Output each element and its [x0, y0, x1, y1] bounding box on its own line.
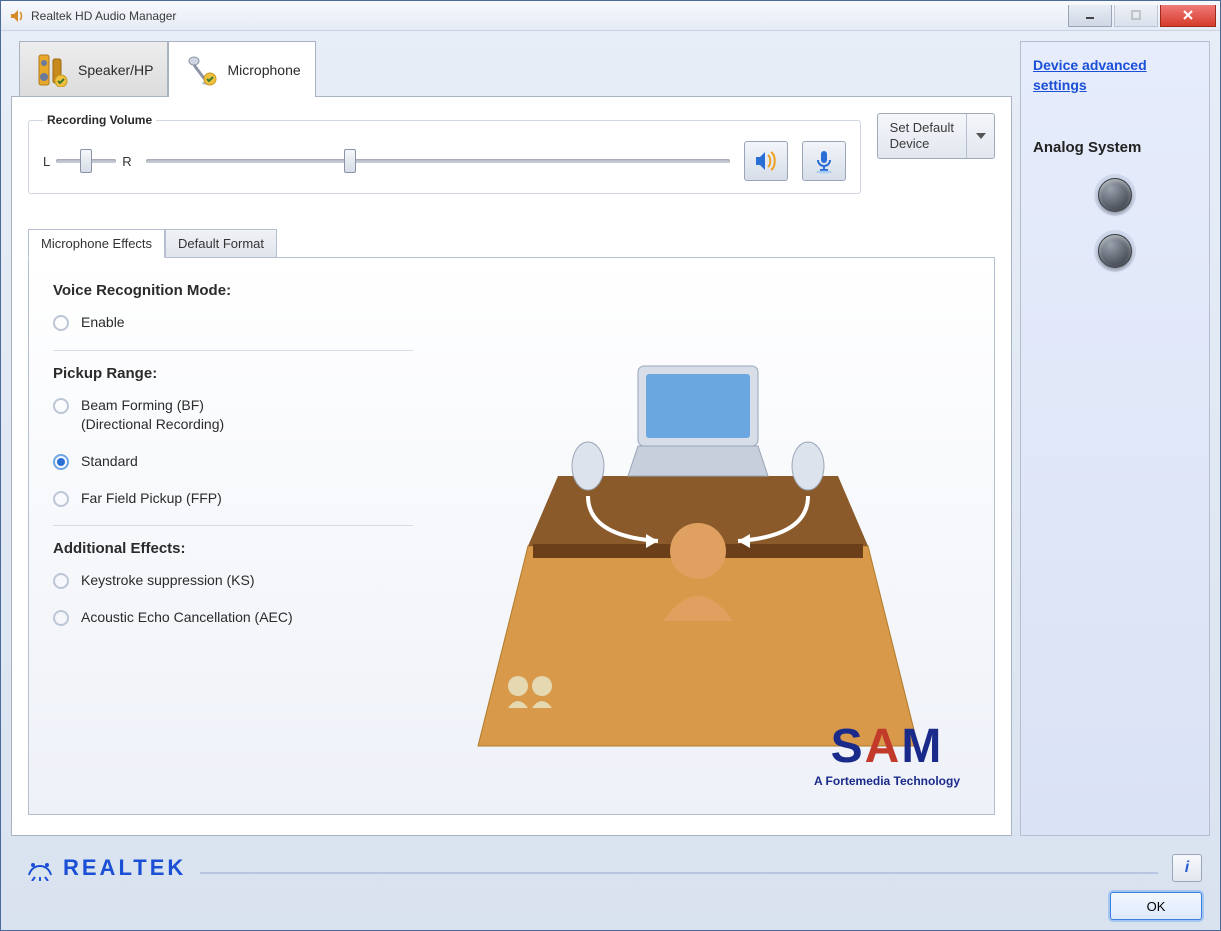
- realtek-logo-text: REALTEK: [63, 855, 186, 881]
- opt-ffp-label: Far Field Pickup (FFP): [81, 489, 222, 508]
- realtek-logo: REALTEK: [25, 855, 186, 881]
- opt-keystroke-suppression[interactable]: Keystroke suppression (KS): [53, 571, 413, 590]
- recording-volume-legend: Recording Volume: [43, 113, 156, 127]
- radio-icon: [53, 573, 69, 589]
- effects-panel: Voice Recognition Mode: Enable Pickup Ra…: [28, 257, 995, 815]
- radio-icon: [53, 454, 69, 470]
- tab-speaker-label: Speaker/HP: [78, 62, 153, 78]
- opt-ks-label: Keystroke suppression (KS): [81, 571, 255, 590]
- tab-speaker[interactable]: Speaker/HP: [19, 41, 168, 97]
- set-default-dropdown[interactable]: [966, 114, 994, 158]
- tab-microphone-label: Microphone: [227, 62, 300, 78]
- ok-button[interactable]: OK: [1110, 892, 1202, 920]
- set-default-device[interactable]: Set Default Device: [877, 113, 995, 159]
- speaker-icon: [9, 8, 25, 24]
- app-window: Realtek HD Audio Manager Speaker/HP: [0, 0, 1221, 931]
- device-advanced-settings-link[interactable]: Device advanced settings: [1033, 56, 1197, 95]
- opt-aec[interactable]: Acoustic Echo Cancellation (AEC): [53, 608, 413, 627]
- sam-brand: SAM A Fortemedia Technology: [814, 719, 960, 788]
- volume-slider[interactable]: [146, 159, 730, 163]
- tab-microphone[interactable]: Microphone: [168, 41, 315, 97]
- additional-effects-title: Additional Effects:: [53, 540, 413, 557]
- speaker-tab-icon: [34, 52, 70, 88]
- balance-right-label: R: [122, 154, 131, 169]
- footer-divider: [200, 872, 1158, 874]
- analog-system-title: Analog System: [1033, 139, 1197, 156]
- info-button[interactable]: i: [1172, 854, 1202, 882]
- sam-subtitle: A Fortemedia Technology: [814, 774, 960, 788]
- divider: [53, 350, 413, 351]
- balance-thumb[interactable]: [80, 149, 92, 173]
- microphone-tab-icon: [183, 52, 219, 88]
- recording-volume-group: Recording Volume L R: [28, 113, 861, 194]
- mute-playback-button[interactable]: [744, 141, 788, 181]
- volume-thumb[interactable]: [344, 149, 356, 173]
- side-panel: Device advanced settings Analog System: [1020, 41, 1210, 836]
- subtab-default-format[interactable]: Default Format: [165, 229, 277, 258]
- radio-icon: [53, 610, 69, 626]
- balance-slider[interactable]: [56, 159, 116, 163]
- opt-beam-forming[interactable]: Beam Forming (BF) (Directional Recording…: [53, 396, 413, 434]
- opt-standard[interactable]: Standard: [53, 452, 413, 471]
- minimize-button[interactable]: [1068, 5, 1112, 27]
- balance-left-label: L: [43, 154, 50, 169]
- opt-beam-label: Beam Forming (BF) (Directional Recording…: [81, 396, 224, 434]
- opt-aec-label: Acoustic Echo Cancellation (AEC): [81, 608, 293, 627]
- analog-jack-2[interactable]: [1098, 234, 1132, 268]
- opt-enable-vr[interactable]: Enable: [53, 313, 413, 332]
- radio-icon: [53, 398, 69, 414]
- subtab-effects[interactable]: Microphone Effects: [28, 229, 165, 258]
- divider: [53, 525, 413, 526]
- titlebar: Realtek HD Audio Manager: [1, 1, 1220, 31]
- pickup-range-title: Pickup Range:: [53, 365, 413, 382]
- window-title: Realtek HD Audio Manager: [31, 9, 1066, 23]
- maximize-button[interactable]: [1114, 5, 1158, 27]
- analog-jack-1[interactable]: [1098, 178, 1132, 212]
- mute-mic-button[interactable]: [802, 141, 846, 181]
- opt-enable-label: Enable: [81, 313, 125, 332]
- set-default-label: Set Default Device: [878, 114, 966, 158]
- voice-recognition-title: Voice Recognition Mode:: [53, 282, 413, 299]
- footer: REALTEK i OK: [1, 846, 1220, 930]
- pickup-illustration: SAM A Fortemedia Technology: [425, 276, 970, 796]
- opt-ffp[interactable]: Far Field Pickup (FFP): [53, 489, 413, 508]
- radio-icon: [53, 491, 69, 507]
- microphone-panel: Recording Volume L R: [11, 96, 1012, 836]
- close-button[interactable]: [1160, 5, 1216, 27]
- opt-standard-label: Standard: [81, 452, 138, 471]
- radio-icon: [53, 315, 69, 331]
